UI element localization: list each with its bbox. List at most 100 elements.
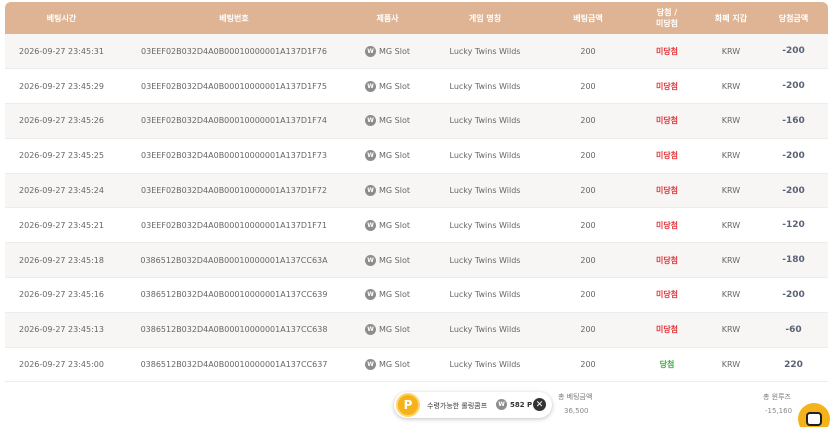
bet-amount-cell: 200 xyxy=(545,68,631,105)
bet-time-cell: 2026-09-27 23:45:29 xyxy=(5,68,118,105)
header-bet-id: 베팅번호 xyxy=(118,2,350,34)
game-name-cell: Lucky Twins Wilds xyxy=(425,138,545,174)
provider-name: MG Slot xyxy=(379,46,410,56)
table-row: 2026-09-27 23:45:13 0386512B032D4A0B00010… xyxy=(5,312,828,348)
bet-time-cell: 2026-09-27 23:45:24 xyxy=(5,173,118,209)
currency-cell: KRW xyxy=(703,242,759,279)
rolling-comp-label: 수령가능한 롤링콤프 xyxy=(427,402,488,410)
chat-icon xyxy=(806,412,822,426)
header-game-name: 게임 명칭 xyxy=(425,2,545,34)
bet-history-table-container: 베팅시간 베팅번호 제품사 게임 명칭 베팅금액 당첨 / 미당첨 화폐 지갑 당… xyxy=(5,2,828,383)
bet-id-cell: 03EEF02B032D4A0B00010000001A137D1F71 xyxy=(118,207,350,244)
provider-cell: W MG Slot xyxy=(350,207,425,244)
provider-cell: W MG Slot xyxy=(350,103,425,139)
mg-logo-icon: W xyxy=(365,219,376,231)
provider: W MG Slot xyxy=(365,219,410,231)
point-coin-icon: P xyxy=(396,393,420,417)
currency-cell: KRW xyxy=(703,138,759,174)
currency-cell: KRW xyxy=(703,68,759,105)
provider-name: MG Slot xyxy=(379,116,410,126)
bet-time-cell: 2026-09-27 23:45:26 xyxy=(5,103,118,139)
bet-amount-cell: 200 xyxy=(545,347,631,383)
mg-logo-icon: W xyxy=(365,185,376,197)
bet-id-cell: 0386512B032D4A0B00010000001A137CC638 xyxy=(118,312,350,348)
game-name-cell: Lucky Twins Wilds xyxy=(425,242,545,279)
table-row: 2026-09-27 23:45:16 0386512B032D4A0B00010… xyxy=(5,277,828,313)
mg-logo-icon: W xyxy=(365,324,376,336)
status-cell: 미당첨 xyxy=(631,68,703,105)
status-cell: 미당첨 xyxy=(631,242,703,279)
bet-id-cell: 0386512B032D4A0B00010000001A137CC637 xyxy=(118,347,350,383)
bet-amount-cell: 200 xyxy=(545,312,631,348)
win-amount-cell: -120 xyxy=(759,207,828,244)
game-name-cell: Lucky Twins Wilds xyxy=(425,277,545,313)
table-header-row: 베팅시간 베팅번호 제품사 게임 명칭 베팅금액 당첨 / 미당첨 화폐 지갑 당… xyxy=(5,2,828,34)
wallet-icon: W xyxy=(496,399,507,410)
provider: W MG Slot xyxy=(365,359,410,371)
provider: W MG Slot xyxy=(365,80,410,92)
table-row: 2026-09-27 23:45:24 03EEF02B032D4A0B00010… xyxy=(5,173,828,209)
close-icon[interactable]: ✕ xyxy=(533,398,546,411)
total-bet-label: 총 베팅금액 xyxy=(558,393,593,401)
provider-cell: W MG Slot xyxy=(350,347,425,383)
bet-id-cell: 03EEF02B032D4A0B00010000001A137D1F73 xyxy=(118,138,350,174)
bet-time-cell: 2026-09-27 23:45:21 xyxy=(5,207,118,244)
header-status: 당첨 / 미당첨 xyxy=(631,2,703,34)
bet-id-cell: 03EEF02B032D4A0B00010000001A137D1F75 xyxy=(118,68,350,105)
bet-time-cell: 2026-09-27 23:45:25 xyxy=(5,138,118,174)
bet-history-table: 베팅시간 베팅번호 제품사 게임 명칭 베팅금액 당첨 / 미당첨 화폐 지갑 당… xyxy=(5,2,828,383)
provider: W MG Slot xyxy=(365,45,410,57)
bet-amount-cell: 200 xyxy=(545,34,631,70)
status-cell: 당첨 xyxy=(631,347,703,383)
game-name-cell: Lucky Twins Wilds xyxy=(425,347,545,383)
provider-cell: W MG Slot xyxy=(350,173,425,209)
live-chat-button[interactable] xyxy=(798,403,830,427)
provider-name: MG Slot xyxy=(379,151,410,161)
bet-time-cell: 2026-09-27 23:45:18 xyxy=(5,242,118,279)
provider-name: MG Slot xyxy=(379,290,410,300)
provider: W MG Slot xyxy=(365,289,410,301)
table-row: 2026-09-27 23:45:21 03EEF02B032D4A0B00010… xyxy=(5,207,828,244)
bet-id-cell: 0386512B032D4A0B00010000001A137CC639 xyxy=(118,277,350,313)
provider: W MG Slot xyxy=(365,254,410,266)
win-amount-cell: -200 xyxy=(759,68,828,105)
mg-logo-icon: W xyxy=(365,115,376,127)
win-amount-cell: -200 xyxy=(759,138,828,174)
bet-time-cell: 2026-09-27 23:45:31 xyxy=(5,34,118,70)
win-amount-cell: 220 xyxy=(759,347,828,383)
header-status-line1: 당첨 / xyxy=(656,8,678,17)
header-status-line2: 미당첨 xyxy=(655,19,679,28)
win-amount-cell: -160 xyxy=(759,103,828,139)
provider-cell: W MG Slot xyxy=(350,34,425,70)
header-bet-amount: 베팅금액 xyxy=(545,2,631,34)
bet-id-cell: 0386512B032D4A0B00010000001A137CC63A xyxy=(118,242,350,279)
bet-amount-cell: 200 xyxy=(545,242,631,279)
mg-logo-icon: W xyxy=(365,289,376,301)
total-winloss-value: -15,160 xyxy=(765,407,793,415)
provider-cell: W MG Slot xyxy=(350,277,425,313)
bet-id-cell: 03EEF02B032D4A0B00010000001A137D1F74 xyxy=(118,103,350,139)
currency-cell: KRW xyxy=(703,207,759,244)
table-row: 2026-09-27 23:45:00 0386512B032D4A0B00010… xyxy=(5,347,828,383)
status-cell: 미당첨 xyxy=(631,312,703,348)
currency-cell: KRW xyxy=(703,173,759,209)
game-name-cell: Lucky Twins Wilds xyxy=(425,173,545,209)
provider: W MG Slot xyxy=(365,324,410,336)
bet-amount-cell: 200 xyxy=(545,138,631,174)
win-amount-cell: -200 xyxy=(759,34,828,70)
total-winloss-label: 총 윈루즈 xyxy=(763,393,791,401)
win-amount-cell: -200 xyxy=(759,173,828,209)
win-amount-cell: -60 xyxy=(759,312,828,348)
bet-amount-cell: 200 xyxy=(545,277,631,313)
bet-time-cell: 2026-09-27 23:45:16 xyxy=(5,277,118,313)
bet-id-cell: 03EEF02B032D4A0B00010000001A137D1F72 xyxy=(118,173,350,209)
bet-time-cell: 2026-09-27 23:45:13 xyxy=(5,312,118,348)
provider-name: MG Slot xyxy=(379,220,410,230)
bet-id-cell: 03EEF02B032D4A0B00010000001A137D1F76 xyxy=(118,34,350,70)
bet-amount-cell: 200 xyxy=(545,207,631,244)
rolling-comp-widget[interactable]: P 수령가능한 롤링콤프 W 582 P ✕ xyxy=(394,392,552,418)
provider-name: MG Slot xyxy=(379,186,410,196)
game-name-cell: Lucky Twins Wilds xyxy=(425,34,545,70)
table-row: 2026-09-27 23:45:31 03EEF02B032D4A0B00010… xyxy=(5,34,828,70)
header-provider: 제품사 xyxy=(350,2,425,34)
